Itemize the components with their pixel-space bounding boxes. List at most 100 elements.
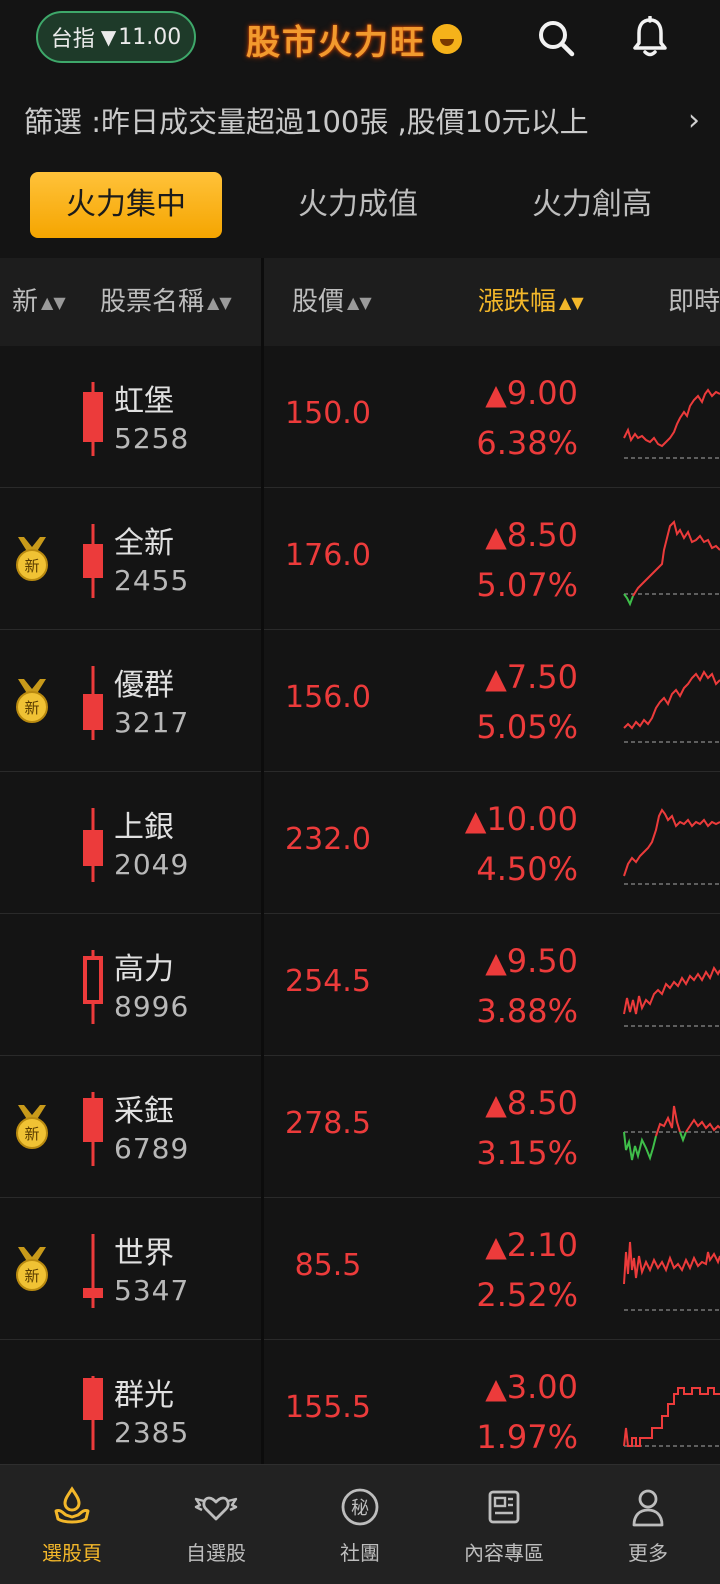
up-triangle-icon: ▲	[485, 1088, 507, 1121]
stock-change-pct: 5.07%	[476, 566, 578, 604]
index-down-arrow: ▼	[100, 25, 117, 49]
new-medal-icon: 新	[16, 537, 48, 581]
bell-icon[interactable]	[630, 16, 670, 58]
candlestick-icon	[83, 808, 103, 882]
person-icon	[632, 1489, 664, 1527]
stock-row[interactable]: 新 全新 2455 176.0 ▲8.50 5.07%	[0, 488, 720, 630]
stock-code: 3217	[114, 706, 190, 739]
category-tabs: 火力集中 火力成值 火力創高	[30, 172, 700, 238]
stock-row[interactable]: 新 采鈺 6789 278.5 ▲8.50 3.15%	[0, 1056, 720, 1198]
intraday-sparkline	[623, 388, 720, 459]
chevron-right-icon: ›	[688, 102, 700, 138]
app-title: 股市火力旺	[246, 22, 426, 63]
stock-row[interactable]: 虹堡 5258 150.0 ▲9.00 6.38%	[0, 346, 720, 488]
new-medal-icon: 新	[16, 1105, 48, 1149]
nav-label: 社團	[340, 1541, 380, 1565]
search-icon[interactable]	[536, 18, 576, 58]
tab-fire-concentration[interactable]: 火力集中	[30, 172, 222, 238]
top-bar: 台指 ▼ 11.00 股市火力旺	[0, 0, 720, 80]
stock-code: 5258	[114, 422, 190, 455]
sort-icon: ▲▼	[347, 293, 372, 312]
stock-change-pct: 2.52%	[476, 1276, 578, 1314]
candlestick-icon	[83, 1376, 103, 1450]
stock-price: 278.5	[285, 1106, 371, 1141]
up-triangle-icon: ▲	[485, 1230, 507, 1263]
col-change[interactable]: 漲跌幅 ▲▼	[478, 258, 584, 346]
filter-text: 篩選 :昨日成交量超過100張 ,股價10元以上	[24, 105, 589, 139]
nav-more[interactable]: 更多	[576, 1465, 720, 1584]
nav-watchlist[interactable]: 自選股	[144, 1465, 288, 1584]
stock-price: 254.5	[285, 964, 371, 999]
stock-code: 2455	[114, 564, 190, 597]
svg-text:新: 新	[24, 557, 39, 575]
stock-change: ▲9.50	[485, 942, 578, 980]
intraday-sparkline	[623, 965, 720, 1027]
nav-content[interactable]: 內容專區	[432, 1465, 576, 1584]
stock-change: ▲8.50	[485, 516, 578, 554]
smile-face-icon	[432, 24, 462, 54]
nav-community[interactable]: 秘 社團	[288, 1465, 432, 1584]
tab-fire-value[interactable]: 火力成值	[262, 172, 454, 238]
col-new[interactable]: 新 ▲▼	[12, 258, 66, 346]
intraday-sparkline	[623, 808, 720, 885]
bottom-nav: 選股頁 自選股 秘 社團 內容專區 更多	[0, 1464, 720, 1584]
stock-name: 群光	[114, 1378, 174, 1413]
stock-name: 虹堡	[114, 384, 174, 419]
new-medal-icon: 新	[16, 679, 48, 723]
stock-price: 156.0	[285, 680, 371, 715]
index-value: 11.00	[118, 24, 182, 50]
svg-text:新: 新	[24, 1125, 39, 1143]
app-logo: 股市火力旺	[246, 14, 462, 64]
col-price[interactable]: 股價 ▲▼	[292, 258, 372, 346]
index-pill[interactable]: 台指 ▼ 11.00	[36, 11, 196, 63]
index-label: 台指	[50, 27, 95, 52]
up-triangle-icon: ▲	[485, 378, 507, 411]
intraday-sparkline	[623, 520, 720, 607]
stock-change-pct: 6.38%	[476, 424, 578, 462]
col-stock-name[interactable]: 股票名稱 ▲▼	[100, 258, 232, 346]
sort-icon: ▲▼	[207, 293, 232, 312]
stock-change-pct: 1.97%	[476, 1418, 578, 1456]
stock-change-pct: 4.50%	[476, 850, 578, 888]
stock-name: 上銀	[114, 810, 174, 845]
tab-fire-high[interactable]: 火力創高	[496, 172, 688, 238]
stock-name: 采鈺	[114, 1094, 174, 1129]
intraday-sparkline	[623, 1241, 720, 1311]
stock-row[interactable]: 群光 2385 155.5 ▲3.00 1.97%	[0, 1340, 720, 1464]
stock-code: 8996	[114, 990, 190, 1023]
up-triangle-icon: ▲	[485, 1372, 507, 1405]
stock-change: ▲8.50	[485, 1084, 578, 1122]
stock-code: 6789	[114, 1132, 190, 1165]
stock-list: 虹堡 5258 150.0 ▲9.00 6.38% 新 全新 2455 176.…	[0, 346, 720, 1464]
stock-price: 155.5	[285, 1390, 371, 1425]
candlestick-icon	[83, 666, 103, 740]
stock-change: ▲2.10	[485, 1226, 578, 1264]
stock-row[interactable]: 高力 8996 254.5 ▲9.50 3.88%	[0, 914, 720, 1056]
up-triangle-icon: ▲	[485, 662, 507, 695]
up-triangle-icon: ▲	[485, 520, 507, 553]
col-realtime[interactable]: 即時	[668, 258, 720, 346]
filter-bar[interactable]: 篩選 :昨日成交量超過100張 ,股價10元以上 ›	[24, 96, 714, 144]
sort-icon: ▲▼	[41, 293, 66, 312]
nav-label: 自選股	[186, 1541, 246, 1565]
stock-name: 世界	[114, 1236, 174, 1271]
stock-change-pct: 3.15%	[476, 1134, 578, 1172]
stock-row[interactable]: 新 世界 5347 85.5 ▲2.10 2.52%	[0, 1198, 720, 1340]
stock-price: 176.0	[285, 538, 371, 573]
stock-change: ▲9.00	[485, 374, 578, 412]
new-medal-icon: 新	[16, 1247, 48, 1291]
stock-code: 2049	[114, 848, 190, 881]
stock-row[interactable]: 上銀 2049 232.0 ▲10.00 4.50%	[0, 772, 720, 914]
intraday-sparkline	[623, 1105, 720, 1162]
candlestick-icon	[83, 1092, 103, 1166]
sort-icon-active: ▲▼	[559, 293, 584, 312]
stock-change-pct: 3.88%	[476, 992, 578, 1030]
candlestick-icon	[83, 524, 103, 598]
nav-stock-pick[interactable]: 選股頁	[0, 1465, 144, 1584]
stock-row[interactable]: 新 優群 3217 156.0 ▲7.50 5.05%	[0, 630, 720, 772]
svg-text:新: 新	[24, 1267, 39, 1285]
secret-badge-icon: 秘	[341, 1488, 379, 1526]
stock-code: 2385	[114, 1416, 190, 1449]
newspaper-icon	[488, 1490, 520, 1524]
stock-price: 150.0	[285, 396, 371, 431]
